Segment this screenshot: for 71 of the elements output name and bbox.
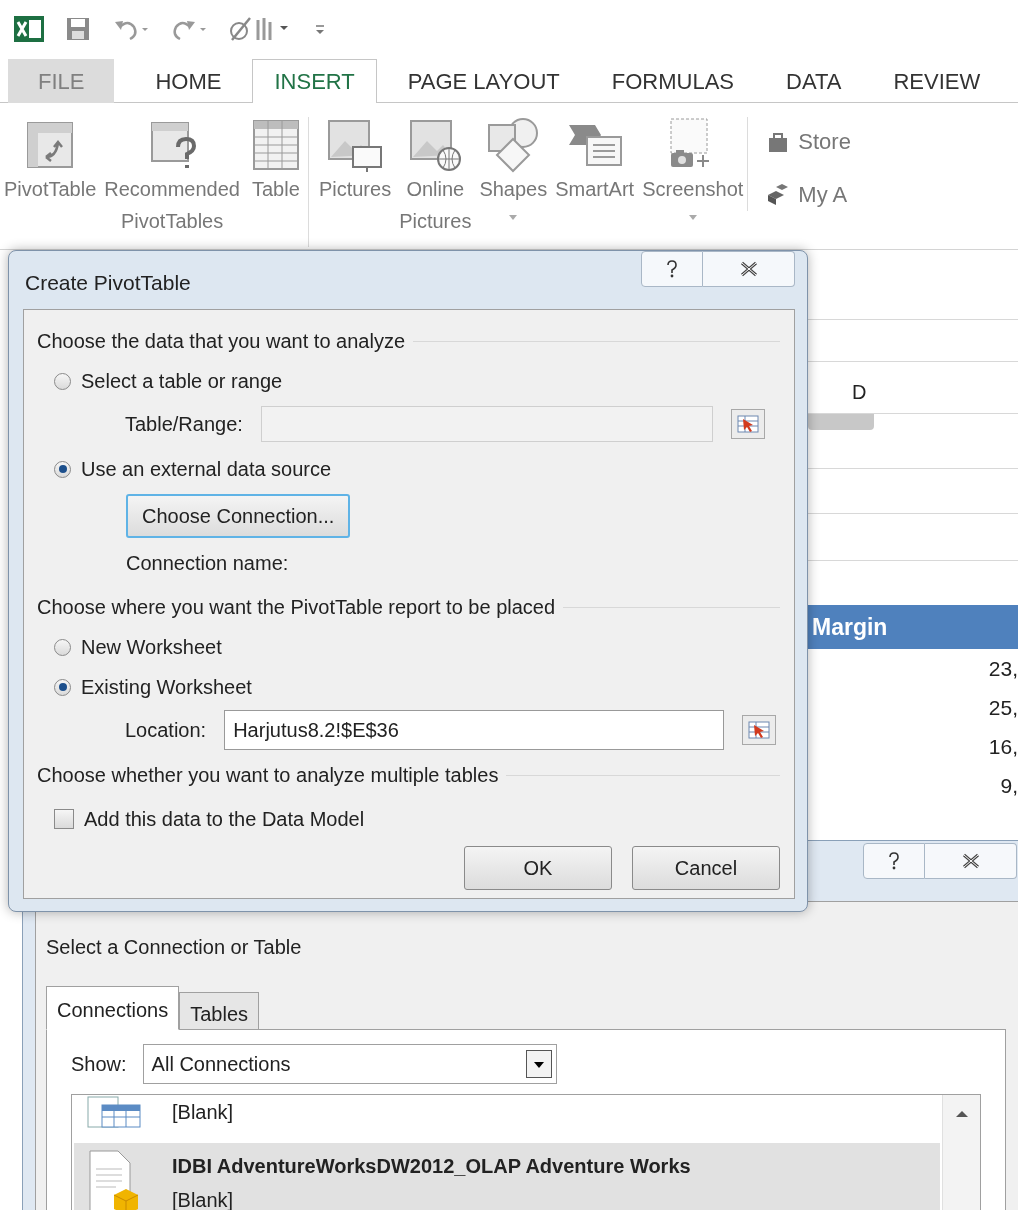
radio-label: Existing Worksheet: [81, 675, 252, 700]
table-cell-text: 23,: [988, 655, 1018, 682]
ribbon-button[interactable]: Pictures: [318, 117, 392, 247]
ribbon-tab[interactable]: INSERT: [252, 59, 377, 103]
radio-button[interactable]: [54, 638, 71, 656]
dropdown-caret-icon: [525, 1050, 552, 1078]
item-title: [Blank]: [172, 1100, 234, 1125]
picture-monitor-icon: [327, 117, 384, 173]
radio-button[interactable]: [54, 372, 71, 390]
field-label: Table/Range:: [125, 412, 243, 437]
section-heading: Choose where you want the PivotTable report to be placed: [37, 595, 556, 620]
radio-label: Select a table or range: [81, 369, 283, 394]
dialog-button[interactable]: Cancel: [632, 846, 780, 890]
field-label: Location:: [125, 718, 207, 743]
table-icon: [86, 1095, 142, 1129]
ribbon-button[interactable]: Store: [766, 125, 851, 158]
help-icon: [665, 259, 679, 279]
ribbon-button[interactable]: Online Pictures: [399, 117, 472, 247]
scroll-up-icon[interactable]: [955, 1109, 968, 1117]
table-cell-text: 9,: [1000, 772, 1018, 799]
header-cell-text: Margin: [812, 612, 888, 642]
show-dropdown[interactable]: All Connections: [142, 1044, 557, 1084]
ribbon-button[interactable]: Shapes: [479, 117, 548, 247]
ribbon-tab[interactable]: PAGE LAYOUT: [386, 59, 581, 103]
range-select-icon[interactable]: [742, 715, 777, 745]
radio-button[interactable]: [54, 678, 71, 696]
table-cell-text: 25,: [988, 694, 1018, 721]
checkbox[interactable]: [54, 809, 74, 829]
close-icon: [738, 261, 759, 277]
checkbox-label: Add this data to the Data Model: [84, 807, 365, 832]
customize-menu-icon[interactable]: [314, 22, 326, 36]
dialog-title: Create PivotTable: [25, 270, 191, 296]
section-heading: Choose whether you want to analyze multiple tables: [37, 763, 499, 788]
ribbon-button[interactable]: Recommended PivotTables: [104, 117, 240, 247]
dialog-tab[interactable]: Tables: [179, 992, 259, 1030]
radio-label: Use an external data source: [81, 457, 332, 482]
close-icon: [960, 853, 981, 869]
help-button[interactable]: [863, 843, 925, 879]
ribbon-tab[interactable]: DATA: [765, 59, 863, 103]
radio-button[interactable]: [54, 460, 71, 478]
ribbon-button[interactable]: SmartArt: [555, 117, 635, 247]
location-field[interactable]: Harjutus8.2!$E$36: [224, 710, 725, 750]
choose-connection-button[interactable]: Choose Connection...: [126, 494, 351, 538]
help-icon: [887, 851, 901, 871]
help-button[interactable]: [641, 251, 703, 287]
section-heading: Choose the data that you want to analyze: [37, 329, 406, 354]
radio-label: New Worksheet: [81, 635, 222, 660]
dialog-button[interactable]: OK: [464, 846, 612, 890]
ribbon-tab[interactable]: REVIEW: [872, 59, 1002, 103]
caret-icon: [688, 215, 697, 220]
spreadsheet-app-icon[interactable]: [14, 16, 44, 42]
ribbon-tab[interactable]: FORMULAS: [590, 59, 755, 103]
ribbon-tab[interactable]: HOME: [134, 59, 243, 103]
table-cell-text: 16,: [988, 733, 1018, 760]
caret-icon: [509, 215, 518, 220]
dialog-heading: Select a Connection or Table: [46, 935, 302, 960]
save-icon[interactable]: [66, 17, 90, 41]
ribbon-button[interactable]: Screenshot: [642, 117, 744, 247]
close-button[interactable]: [925, 843, 1017, 879]
range-select-icon[interactable]: [730, 409, 765, 439]
ribbon-button[interactable]: My A: [766, 178, 851, 211]
column-header: D: [852, 380, 867, 405]
field-label: Show:: [71, 1052, 127, 1077]
item-title: IDBI AdventureWorksDW2012_OLAP Adventure Works: [172, 1154, 691, 1179]
ribbon-button[interactable]: PivotTable: [4, 117, 97, 247]
close-button[interactable]: [703, 251, 795, 287]
picture-globe-icon: [407, 117, 464, 173]
dialog-tab[interactable]: Connections: [46, 986, 180, 1030]
field-label: Connection name:: [126, 552, 289, 574]
ribbon-button[interactable]: Table: [247, 117, 304, 247]
connection-item[interactable]: [Blank]: [74, 1095, 940, 1143]
